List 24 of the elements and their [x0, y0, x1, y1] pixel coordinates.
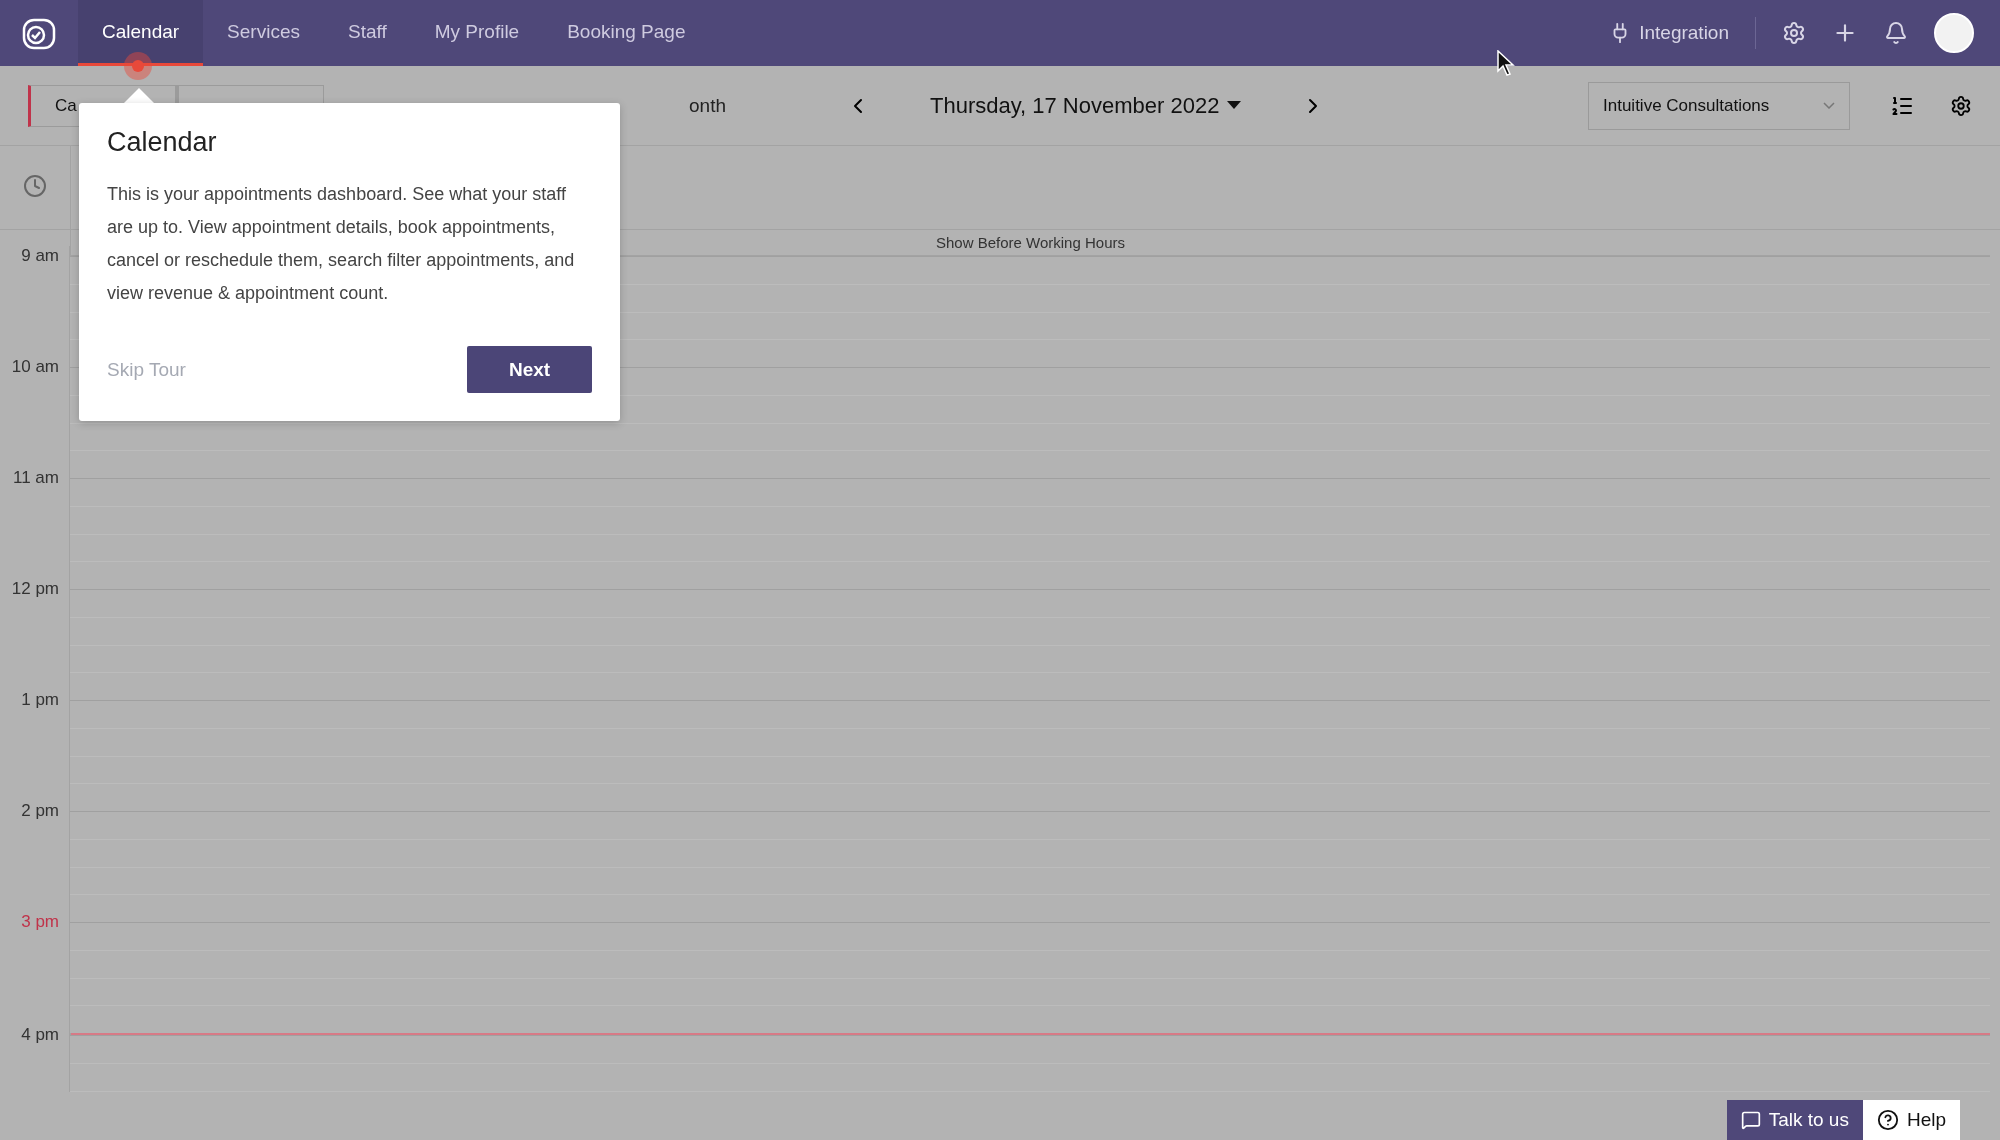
nav-tab[interactable]: Services [203, 0, 324, 66]
pointer-icon [1497, 50, 1515, 76]
caret-icon [1227, 101, 1242, 110]
clock-icon [23, 174, 47, 198]
talk-to-us-button[interactable]: Talk to us [1726, 1100, 1863, 1140]
popover-title: Calendar [107, 127, 218, 158]
help-icon [1876, 1109, 1899, 1131]
settings-icon[interactable] [1950, 94, 1972, 117]
range-tab[interactable]: onth [689, 94, 726, 117]
user-avatar[interactable] [1934, 13, 1974, 53]
chat-icon [1740, 1110, 1761, 1130]
nav-tab[interactable]: Staff [323, 0, 411, 66]
service-select[interactable]: Intuitive Consultations [1588, 81, 1850, 130]
nav-tab[interactable]: Booking Page [543, 0, 710, 66]
chevron-icon [1823, 102, 1835, 109]
date-picker[interactable]: Thursday, 17 November 2022 [930, 92, 1242, 119]
help-button[interactable]: Help [1862, 1100, 1960, 1140]
integration-link[interactable]: Integration [1609, 17, 1756, 49]
nav-tab[interactable]: My Profile [410, 0, 544, 66]
settings-icon[interactable] [1782, 21, 1806, 45]
pulse-indicator [124, 52, 152, 80]
nav-tab[interactable]: Calendar [78, 0, 204, 66]
notifications-icon[interactable] [1884, 21, 1908, 45]
next-button[interactable]: Next [467, 346, 592, 393]
